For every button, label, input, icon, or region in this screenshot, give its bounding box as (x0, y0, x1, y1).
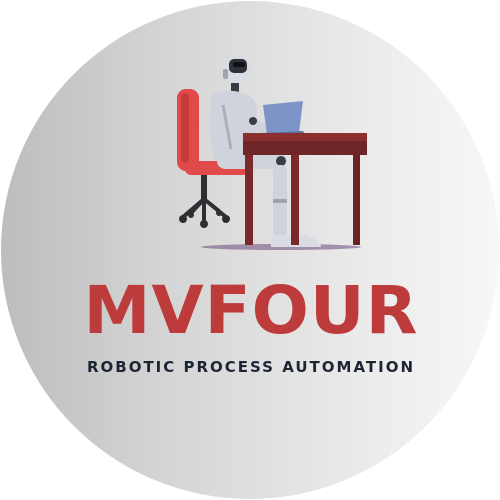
wooden-desk (243, 133, 367, 245)
brand-tagline: ROBOTIC PROCESS AUTOMATION (86, 358, 416, 376)
logo-circle-badge: MVFOUR ROBOTIC PROCESS AUTOMATION (1, 1, 499, 499)
logo-canvas: MVFOUR ROBOTIC PROCESS AUTOMATION (0, 0, 500, 500)
laptop (263, 101, 305, 137)
robot-at-desk-illustration (177, 53, 367, 250)
brand-title: MVFOUR (83, 272, 419, 349)
